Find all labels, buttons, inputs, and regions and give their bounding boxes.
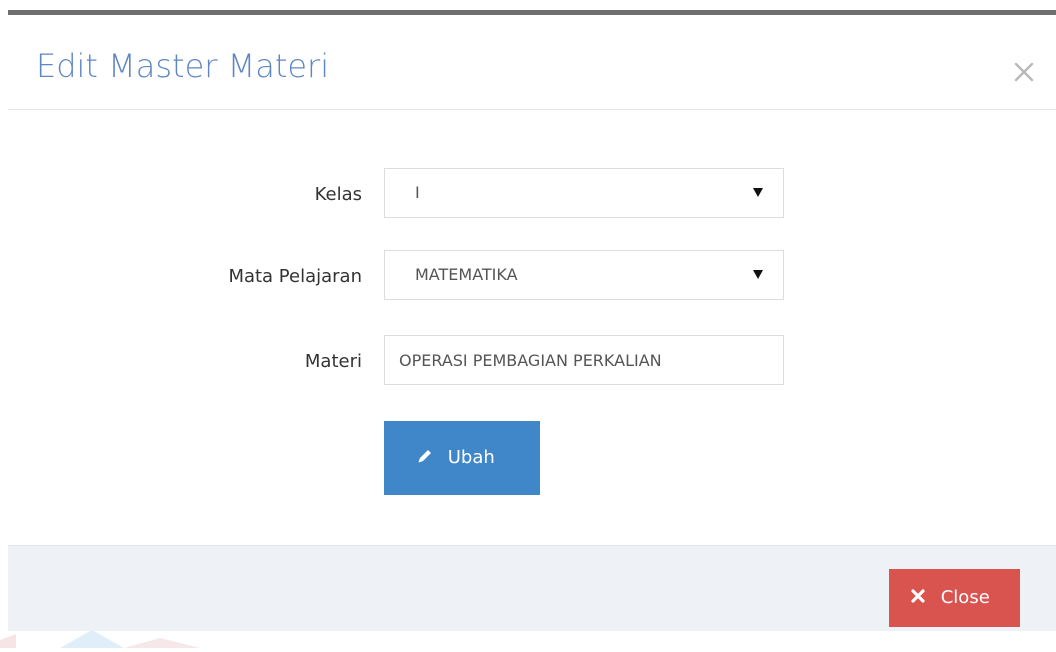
mata-pelajaran-select[interactable]: MATEMATIKA: [384, 250, 784, 300]
kelas-label: Kelas: [314, 184, 362, 205]
modal-footer: Close: [8, 545, 1056, 631]
modal-header: Edit Master Materi: [8, 15, 1056, 110]
chevron-down-icon: [753, 188, 763, 197]
watermark-logo: [0, 630, 200, 648]
materi-input-value: OPERASI PEMBAGIAN PERKALIAN: [399, 351, 662, 370]
kelas-select[interactable]: I: [384, 168, 784, 218]
ubah-button-label: Ubah: [447, 447, 495, 468]
close-icon[interactable]: [1010, 58, 1038, 86]
ubah-button[interactable]: Ubah: [384, 421, 540, 495]
mata-pelajaran-row: Mata Pelajaran MATEMATIKA: [8, 250, 1056, 304]
pencil-icon: [416, 447, 448, 468]
close-button-content: Close: [911, 569, 990, 627]
materi-row: Materi OPERASI PEMBAGIAN PERKALIAN: [8, 335, 1056, 389]
close-button[interactable]: Close: [889, 569, 1020, 627]
times-icon: [911, 587, 941, 608]
materi-input[interactable]: OPERASI PEMBAGIAN PERKALIAN: [384, 335, 784, 385]
ubah-button-content: Ubah: [416, 421, 495, 495]
kelas-selected-value: I: [415, 183, 420, 202]
kelas-row: Kelas I: [8, 168, 1056, 222]
close-button-label: Close: [940, 587, 990, 608]
edit-master-materi-modal: Edit Master Materi Kelas I Mata Pelajara…: [8, 10, 1056, 631]
materi-label: Materi: [304, 351, 362, 372]
mata-pelajaran-selected-value: MATEMATIKA: [415, 265, 518, 284]
chevron-down-icon: [753, 270, 763, 279]
modal-title: Edit Master Materi: [36, 47, 330, 85]
mata-pelajaran-label: Mata Pelajaran: [228, 266, 362, 287]
